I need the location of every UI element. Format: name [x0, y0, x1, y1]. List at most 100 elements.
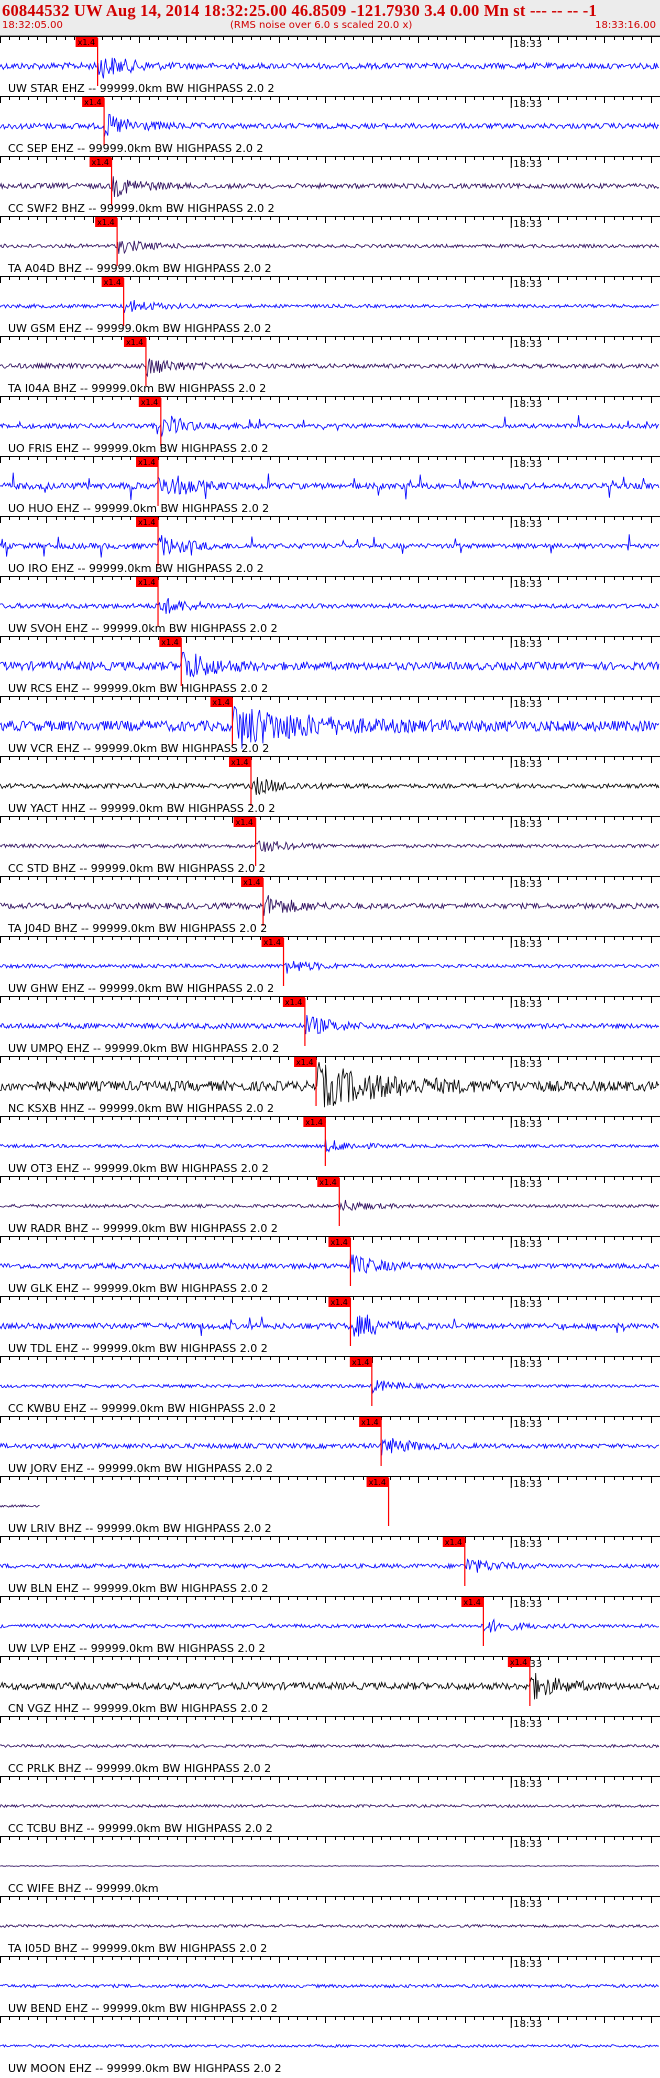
waveform	[0, 1743, 660, 1749]
waveform	[0, 1437, 660, 1456]
minute-label: 18:33	[513, 699, 542, 710]
pick-label: x1.4	[97, 218, 114, 227]
pick-label: x1.4	[463, 1598, 480, 1607]
minute-label: 18:33	[513, 1539, 542, 1550]
trace-row: 18:33 x1.4 UW GHW EHZ -- 99999.0km BW HIGH…	[0, 936, 660, 995]
pick-label: x1.4	[141, 398, 158, 407]
end-time: 18:33:16.00	[595, 20, 656, 31]
waveform	[0, 1672, 660, 1700]
station-label: CC WIFE BHZ -- 99999.0km	[8, 1882, 159, 1895]
waveform	[0, 1380, 660, 1394]
waveform	[0, 960, 660, 974]
waveform	[0, 895, 660, 916]
minute-label: 18:33	[513, 1599, 542, 1610]
station-label: CC STD BHZ -- 99999.0km BW HIGHPASS 2.0 …	[8, 862, 266, 875]
pick-label: x1.4	[296, 1058, 313, 1067]
station-label: NC KSXB HHZ -- 99999.0km BW HIGHPASS 2.0…	[8, 1102, 274, 1115]
waveform	[0, 1803, 660, 1809]
waveform	[0, 472, 660, 501]
pick-label: x1.4	[92, 158, 109, 167]
trace-row: 18:33 x1.4 TA A04D BHZ -- 99999.0km BW HIG…	[0, 216, 660, 275]
minute-label: 18:33	[513, 579, 542, 590]
minute-label: 18:33	[513, 519, 542, 530]
waveform	[0, 1314, 660, 1337]
waveform	[0, 1062, 660, 1108]
pick-label: x1.4	[369, 1478, 386, 1487]
trace-row: 18:33 x1.4 CC SWF2 BHZ -- 99999.0km BW HIG…	[0, 156, 660, 215]
minute-label: 18:33	[513, 1239, 542, 1250]
start-time: 18:32:05.00	[2, 20, 63, 31]
trace-row: 18:33 CC WIFE BHZ -- 99999.0km	[0, 1836, 660, 1895]
trace-row: 18:33 x1.4 UW STAR EHZ -- 99999.0km BW HIG…	[0, 36, 660, 95]
waveform	[0, 2043, 659, 2049]
pick-label: x1.4	[212, 698, 229, 707]
station-label: UW GHW EHZ -- 99999.0km BW HIGHPASS 2.0 …	[8, 982, 274, 995]
waveform	[0, 1983, 659, 1989]
pick-label: x1.4	[84, 98, 101, 107]
minute-label: 18:33	[513, 1959, 542, 1970]
waveform	[0, 240, 660, 255]
station-label: TA I05D BHZ -- 99999.0km BW HIGHPASS 2.0…	[7, 1942, 267, 1955]
trace-row: 18:33 x1.4 CC SEP EHZ -- 99999.0km BW HIGH…	[0, 96, 660, 155]
minute-label: 18:33	[513, 219, 542, 230]
trace-row: 18:33 x1.4 UO HUO EHZ -- 99999.0km BW HIGH…	[0, 456, 660, 515]
pick-label: x1.4	[305, 1118, 322, 1127]
minute-label: 18:33	[513, 1419, 542, 1430]
trace-row: 18:33 x1.4 UW SVOH EHZ -- 99999.0km BW HIG…	[0, 576, 660, 635]
pick-label: x1.4	[243, 878, 260, 887]
trace-row: 18:33x1.4CN VGZ HHZ -- 99999.0km BW HIGH…	[0, 1656, 660, 1715]
minute-label: 18:33	[513, 159, 542, 170]
minute-label: 18:33	[513, 399, 542, 410]
event-title: 60844532 UW Aug 14, 2014 18:32:25.00 46.…	[2, 1, 597, 20]
station-label: UW JORV EHZ -- 99999.0km BW HIGHPASS 2.0…	[8, 1462, 273, 1475]
minute-label: 18:33	[513, 279, 542, 290]
minute-label: 18:33	[513, 1299, 542, 1310]
minute-label: 18:33	[513, 1479, 542, 1490]
trace-row: 18:33 x1.4 TA J04D BHZ -- 99999.0km BW HIG…	[0, 876, 660, 935]
trace-row: 18:33 x1.4 UW GLK EHZ -- 99999.0km BW HIGH…	[0, 1236, 660, 1295]
station-label: UW LVP EHZ -- 99999.0km BW HIGHPASS 2.0 …	[8, 1642, 266, 1655]
trace-row: 18:33 TA I05D BHZ -- 99999.0km BW HIGHPAS…	[0, 1896, 660, 1955]
waveform	[0, 1618, 660, 1633]
pick-label: x1.4	[285, 998, 302, 1007]
station-label: CN VGZ HHZ -- 99999.0km BW HIGHPASS 2.0 …	[8, 1702, 268, 1715]
pick-label: x1.4	[138, 458, 155, 467]
station-label: UO FRIS EHZ -- 99999.0km BW HIGHPASS 2.0…	[8, 442, 268, 455]
station-label: UW BEND EHZ -- 99999.0km BW HIGHPASS 2.0…	[8, 2002, 278, 2015]
station-label: UW LRIV BHZ -- 99999.0km BW HIGHPASS 2.0…	[8, 1522, 272, 1535]
waveform	[0, 1254, 660, 1274]
station-label: UW UMPQ EHZ -- 99999.0km BW HIGHPASS 2.0…	[8, 1042, 279, 1055]
waveform	[0, 1865, 660, 1867]
station-label: UO HUO EHZ -- 99999.0km BW HIGHPASS 2.0 …	[8, 502, 269, 515]
station-label: CC PRLK BHZ -- 99999.0km BW HIGHPASS 2.0…	[8, 1762, 271, 1775]
trace-row: 18:33 x1.4 UW LVP EHZ -- 99999.0km BW HIGH…	[0, 1596, 660, 1655]
trace-row: 18:33 x1.4 UW RADR BHZ -- 99999.0km BW HIG…	[0, 1176, 660, 1235]
station-label: TA A04D BHZ -- 99999.0km BW HIGHPASS 2.0…	[7, 262, 271, 275]
pick-label: x1.4	[319, 1178, 336, 1187]
station-label: CC KWBU EHZ -- 99999.0km BW HIGHPASS 2.0…	[8, 1402, 276, 1415]
minute-label: 18:33	[513, 1359, 542, 1370]
pick-label: x1.4	[231, 758, 248, 767]
minute-label: 18:33	[513, 99, 542, 110]
waveform	[0, 176, 660, 198]
pick-label: x1.4	[264, 938, 281, 947]
trace-row: 18:33 x1.4 UO FRIS EHZ -- 99999.0km BW HIG…	[0, 396, 660, 455]
rms-note: (RMS noise over 6.0 s scaled 20.0 x)	[230, 20, 413, 31]
minute-label: 18:33	[513, 1179, 542, 1190]
pick-label: x1.4	[138, 518, 155, 527]
minute-label: 18:33	[513, 339, 542, 350]
pick-label: x1.4	[352, 1358, 369, 1367]
waveform	[0, 1504, 40, 1508]
trace-row: 18:33 CC PRLK BHZ -- 99999.0km BW HIGHPAS…	[0, 1716, 660, 1775]
minute-label: 18:33	[513, 1719, 542, 1730]
station-label: UW RCS EHZ -- 99999.0km BW HIGHPASS 2.0 …	[8, 682, 268, 695]
trace-row: 18:33 UW MOON EHZ -- 99999.0km BW HIGHPAS…	[0, 2016, 660, 2075]
station-label: UW STAR EHZ -- 99999.0km BW HIGHPASS 2.0…	[8, 82, 274, 95]
trace-row: 18:33 x1.4 UW UMPQ EHZ -- 99999.0km BW HIG…	[0, 996, 660, 1055]
trace-row: 18:33 x1.4 TA I04A BHZ -- 99999.0km BW HIG…	[0, 336, 660, 395]
trace-row: 18:33 x1.4 UW GSM EHZ -- 99999.0km BW HIGH…	[0, 276, 660, 335]
minute-label: 18:33	[513, 2019, 542, 2030]
record-header: 60844532 UW Aug 14, 2014 18:32:25.00 46.…	[0, 0, 660, 36]
trace-row: 18:33 x1.4 UW LRIV BHZ -- 99999.0km BW HIG…	[0, 1476, 660, 1535]
waveform	[0, 1923, 659, 1929]
